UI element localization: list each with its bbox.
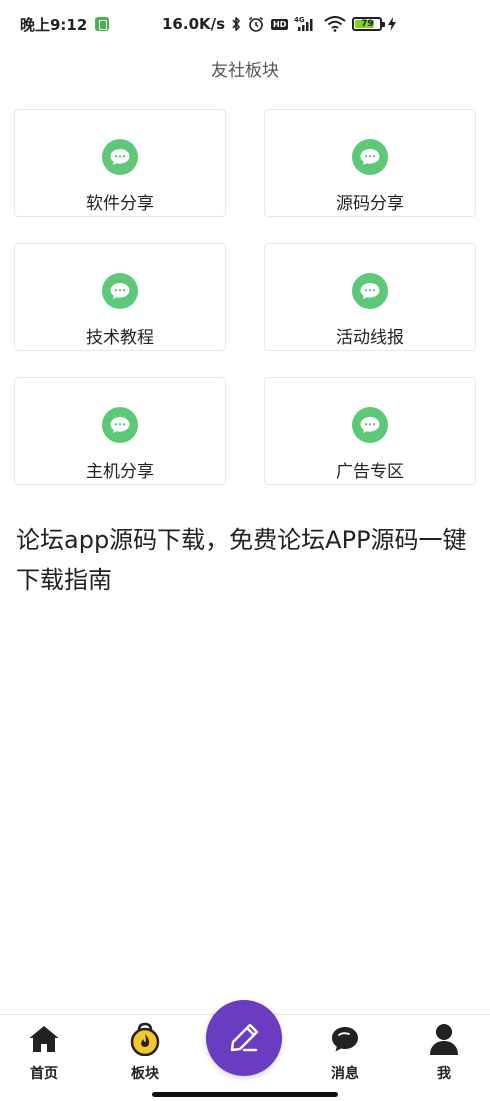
forum-card-label: 广告专区 — [336, 462, 404, 482]
forum-card-label: 软件分享 — [86, 194, 154, 214]
nav-item-boards[interactable]: 板块 — [110, 1021, 180, 1083]
network-speed: 16.0K/s — [162, 15, 226, 33]
pen-icon — [230, 1023, 259, 1052]
article-title: 论坛app源码下载，免费论坛APP源码一键下载指南 — [16, 526, 467, 594]
forum-card-tutorials[interactable]: 技术教程 — [14, 243, 226, 351]
nav-item-home[interactable]: 首页 — [9, 1021, 79, 1083]
app-notification-icon — [95, 17, 110, 31]
battery-level: 79 — [361, 19, 374, 29]
home-indicator — [152, 1092, 338, 1097]
page-title: 友社板块 — [211, 61, 279, 81]
charging-icon — [388, 17, 397, 31]
forum-card-ad-zone[interactable]: 广告专区 — [264, 377, 476, 485]
nav-label: 我 — [437, 1066, 451, 1082]
chat-bubble-icon — [102, 273, 138, 309]
forum-card-source-share[interactable]: 源码分享 — [264, 109, 476, 217]
forum-card-label: 技术教程 — [86, 328, 154, 348]
chat-bubble-icon — [102, 407, 138, 443]
forum-card-label: 主机分享 — [86, 462, 154, 482]
status-left: 晚上9:12 — [20, 14, 110, 35]
forum-card-activity-deals[interactable]: 活动线报 — [264, 243, 476, 351]
network-type-label: 4G — [294, 16, 305, 24]
battery-icon: 79 — [352, 17, 386, 31]
compose-button[interactable] — [206, 1000, 282, 1076]
nav-item-messages[interactable]: 消息 — [310, 1021, 380, 1083]
alarm-icon — [247, 15, 265, 33]
nav-label: 消息 — [331, 1066, 359, 1082]
nav-label: 板块 — [131, 1066, 159, 1082]
forum-card-software-share[interactable]: 软件分享 — [14, 109, 226, 217]
nav-item-profile[interactable]: 我 — [409, 1021, 479, 1083]
status-bar: 晚上9:12 16.0K/s HD 4G 79 — [0, 0, 490, 48]
forum-card-label: 活动线报 — [336, 328, 404, 348]
chat-bubble-icon — [352, 273, 388, 309]
board-icon — [127, 1021, 163, 1057]
message-icon — [327, 1021, 363, 1057]
forum-card-host-share[interactable]: 主机分享 — [14, 377, 226, 485]
user-icon — [426, 1021, 462, 1057]
home-icon — [26, 1021, 62, 1057]
nav-label: 首页 — [30, 1066, 58, 1082]
signal-icon: 4G — [294, 15, 318, 33]
chat-bubble-icon — [352, 407, 388, 443]
forum-card-label: 源码分享 — [336, 194, 404, 214]
status-right: 16.0K/s HD 4G 79 — [162, 0, 397, 48]
wifi-icon — [324, 16, 347, 32]
chat-bubble-icon — [352, 139, 388, 175]
chat-bubble-icon — [102, 139, 138, 175]
hd-icon: HD — [271, 18, 289, 30]
status-time: 晚上9:12 — [20, 15, 88, 34]
bluetooth-icon — [231, 16, 241, 32]
